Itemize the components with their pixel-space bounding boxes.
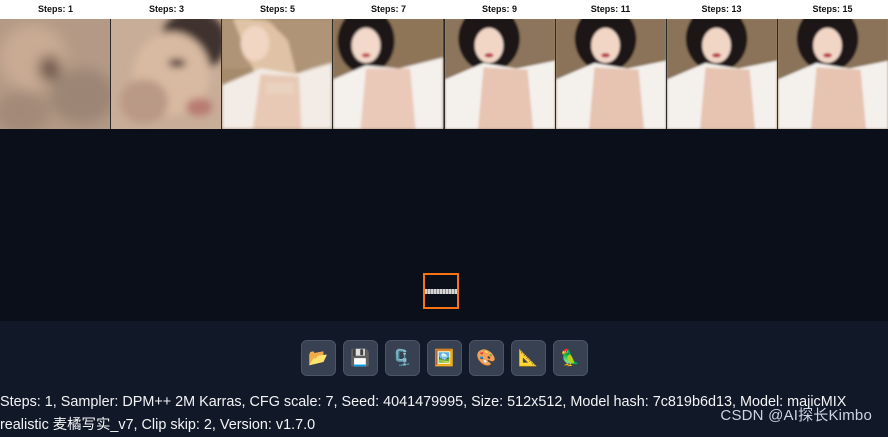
grid-cell-image [776, 19, 888, 129]
grid-cell-image [554, 19, 666, 129]
grid-label: Steps: 13 [701, 4, 742, 14]
grid-label: Steps: 15 [812, 4, 853, 14]
grid-label: Steps: 7 [370, 4, 406, 14]
grid-label: Steps: 9 [481, 4, 517, 14]
gallery-preview [0, 129, 888, 321]
parrot-icon: 🦜 [560, 350, 580, 367]
send-to-extras-button[interactable]: 📐 [510, 340, 546, 376]
floppy-disk-icon: 💾 [350, 350, 370, 367]
send-to-img2img-button[interactable]: 🖼️ [426, 340, 462, 376]
zip-button[interactable]: 🗜️ [384, 340, 420, 376]
grid-cell-image [665, 19, 777, 129]
grid-label: Steps: 5 [259, 4, 295, 14]
grid-cell-image [332, 19, 444, 129]
thumbnail-image [425, 288, 457, 294]
grid-label: Steps: 1 [37, 4, 73, 14]
picture-icon: 🖼️ [434, 350, 454, 367]
save-button[interactable]: 💾 [342, 340, 378, 376]
send-to-inpaint-button[interactable]: 🎨 [468, 340, 504, 376]
watermark: CSDN @AI探长Kimbo [720, 407, 872, 424]
grid-label: Steps: 3 [148, 4, 184, 14]
palette-icon: 🎨 [476, 350, 496, 367]
xyz-grid-header: Steps: 1 Steps: 3 Steps: 5 Steps: 7 Step… [0, 0, 888, 19]
grid-cell-image [221, 19, 333, 129]
open-folder-button[interactable]: 📂 [300, 340, 336, 376]
zip-icon: 🗜️ [392, 350, 412, 367]
gallery-thumbnail-selected[interactable] [423, 273, 459, 309]
send-to-other-button[interactable]: 🦜 [552, 340, 588, 376]
grid-cell-image [0, 19, 111, 129]
grid-cell-image [443, 19, 555, 129]
image-actions-toolbar: 📂 💾 🗜️ 🖼️ 🎨 📐 🦜 [0, 321, 888, 391]
grid-label: Steps: 11 [590, 4, 631, 14]
xyz-grid-image[interactable] [0, 19, 888, 129]
grid-cell-image [110, 19, 222, 129]
triangle-ruler-icon: 📐 [518, 350, 538, 367]
folder-icon: 📂 [308, 350, 328, 367]
